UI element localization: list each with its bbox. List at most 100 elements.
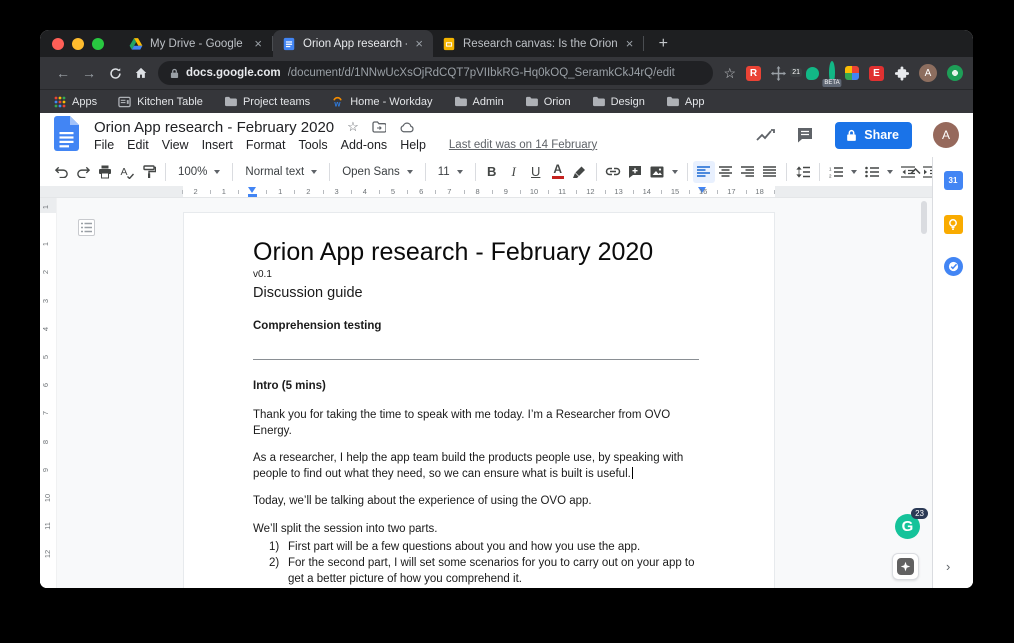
extension-beta[interactable]: BETA [829, 64, 835, 82]
menu-tools[interactable]: Tools [298, 138, 327, 152]
extension-e-icon[interactable]: E [869, 66, 884, 81]
bookmark-apps[interactable]: Apps [54, 96, 97, 108]
grammarly-g-icon: G [902, 518, 914, 535]
menu-view[interactable]: View [162, 138, 189, 152]
zoom-window-button[interactable] [92, 38, 104, 50]
tab-close-icon[interactable]: × [414, 37, 424, 50]
bookmark-design[interactable]: Design [592, 96, 645, 108]
extensions-puzzle-icon[interactable] [894, 66, 909, 81]
zoom-select[interactable]: 100% [171, 166, 227, 178]
bookmark-label: Kitchen Table [137, 96, 203, 108]
google-docs-logo[interactable] [52, 116, 81, 154]
document-page[interactable]: Orion App research - February 2020 v0.1 … [183, 212, 775, 588]
document-outline-button[interactable] [78, 219, 95, 236]
bookmark-project-teams[interactable]: Project teams [224, 96, 310, 108]
grammarly-button[interactable]: G 23 [895, 514, 920, 539]
insert-link-button[interactable] [602, 161, 624, 183]
vertical-scrollbar[interactable] [921, 201, 927, 234]
menu-insert[interactable]: Insert [202, 138, 233, 152]
share-button[interactable]: Share [835, 122, 912, 149]
bulleted-list-button[interactable] [861, 161, 883, 183]
explore-button[interactable] [892, 553, 919, 580]
extension-r-icon[interactable]: R [746, 66, 761, 81]
account-avatar[interactable]: A [933, 122, 959, 148]
new-tab-button[interactable]: + [650, 31, 676, 57]
bookmark-label: Orion [544, 96, 571, 108]
bookmark-app[interactable]: App [666, 96, 705, 108]
menu-addons[interactable]: Add-ons [341, 138, 388, 152]
bookmark-orion[interactable]: Orion [525, 96, 571, 108]
menu-edit[interactable]: Edit [127, 138, 149, 152]
spellcheck-button[interactable]: A [116, 161, 138, 183]
font-family-select[interactable]: Open Sans [335, 166, 420, 178]
address-bar[interactable]: docs.google.com/document/d/1NNwUcXsOjRdC… [158, 61, 713, 85]
tab-close-icon[interactable]: × [253, 37, 263, 50]
google-calendar-button[interactable]: 31 [943, 170, 963, 190]
insert-image-button[interactable] [646, 161, 668, 183]
print-button[interactable] [94, 161, 116, 183]
star-document-icon[interactable]: ☆ [347, 119, 359, 135]
bold-button[interactable]: B [481, 161, 503, 183]
redo-button[interactable] [72, 161, 94, 183]
line-spacing-button[interactable] [792, 161, 814, 183]
add-comment-button[interactable] [624, 161, 646, 183]
align-right-button[interactable] [737, 161, 759, 183]
bulleted-list-chevron[interactable] [887, 170, 893, 174]
google-keep-button[interactable] [943, 214, 963, 234]
tab-close-icon[interactable]: × [625, 37, 635, 50]
extension-photos-icon[interactable] [845, 66, 859, 80]
tab-research-canvas[interactable]: Research canvas: Is the Orion × [433, 30, 643, 57]
last-edit-link[interactable]: Last edit was on 14 February [449, 139, 597, 151]
bookmark-kitchen-table[interactable]: Kitchen Table [118, 96, 203, 108]
text-color-button[interactable]: A [547, 161, 569, 183]
menu-file[interactable]: File [94, 138, 114, 152]
minimize-window-button[interactable] [72, 38, 84, 50]
numbered-list-button[interactable]: 12 [825, 161, 847, 183]
home-button[interactable] [128, 60, 154, 86]
undo-button[interactable] [50, 161, 72, 183]
cloud-saved-icon[interactable] [399, 122, 414, 133]
align-center-button[interactable] [715, 161, 737, 183]
document-canvas[interactable]: 1123456789101112 Orion App research - Fe… [40, 198, 932, 588]
left-indent-marker[interactable] [248, 187, 257, 197]
extension-green-pin-icon[interactable] [806, 67, 819, 80]
paragraph-style-select[interactable]: Normal text [238, 166, 324, 178]
reload-button[interactable] [102, 60, 128, 86]
folder-icon [592, 96, 605, 107]
highlight-color-button[interactable] [569, 161, 591, 183]
chrome-profile-avatar[interactable]: A [919, 64, 937, 82]
doc-numbered-list: 1)First part will be a few questions abo… [253, 539, 699, 587]
justify-button[interactable] [759, 161, 781, 183]
extension-move-icon[interactable] [771, 66, 786, 81]
forward-button[interactable]: → [76, 60, 102, 86]
bookmark-admin[interactable]: Admin [454, 96, 504, 108]
paint-format-button[interactable] [138, 161, 160, 183]
tab-my-drive[interactable]: My Drive - Google Drive × [120, 30, 272, 57]
align-left-button[interactable] [693, 161, 715, 183]
back-button[interactable]: ← [50, 60, 76, 86]
bookmark-label: Apps [72, 96, 97, 108]
numbered-list-chevron[interactable] [851, 170, 857, 174]
close-window-button[interactable] [52, 38, 64, 50]
tab-orion-doc[interactable]: Orion App research - February × [273, 30, 433, 57]
menu-help[interactable]: Help [400, 138, 426, 152]
bookmark-home-workday[interactable]: w Home - Workday [331, 95, 432, 108]
insights-icon[interactable] [755, 127, 775, 143]
google-drive-icon [129, 37, 143, 51]
menu-format[interactable]: Format [246, 138, 286, 152]
document-title[interactable]: Orion App research - February 2020 [94, 119, 334, 136]
underline-button[interactable]: U [525, 161, 547, 183]
hide-side-panel-chevron[interactable]: › [946, 559, 950, 574]
extension-green-circle-icon[interactable] [947, 65, 963, 81]
move-to-folder-icon[interactable] [372, 121, 386, 133]
url-path: /document/d/1NNwUcXsOjRdCQT7pVIIbkRG-Hq0… [288, 67, 675, 79]
font-size-select[interactable]: 11 [431, 166, 470, 178]
google-tasks-button[interactable] [943, 256, 963, 276]
tasks-icon [944, 257, 963, 276]
italic-button[interactable]: I [503, 161, 525, 183]
bookmark-star-icon[interactable]: ☆ [723, 65, 736, 82]
image-options-chevron[interactable] [672, 170, 678, 174]
hide-menus-button[interactable] [904, 160, 926, 182]
share-lock-icon [846, 129, 857, 142]
comment-icon[interactable] [796, 126, 814, 144]
